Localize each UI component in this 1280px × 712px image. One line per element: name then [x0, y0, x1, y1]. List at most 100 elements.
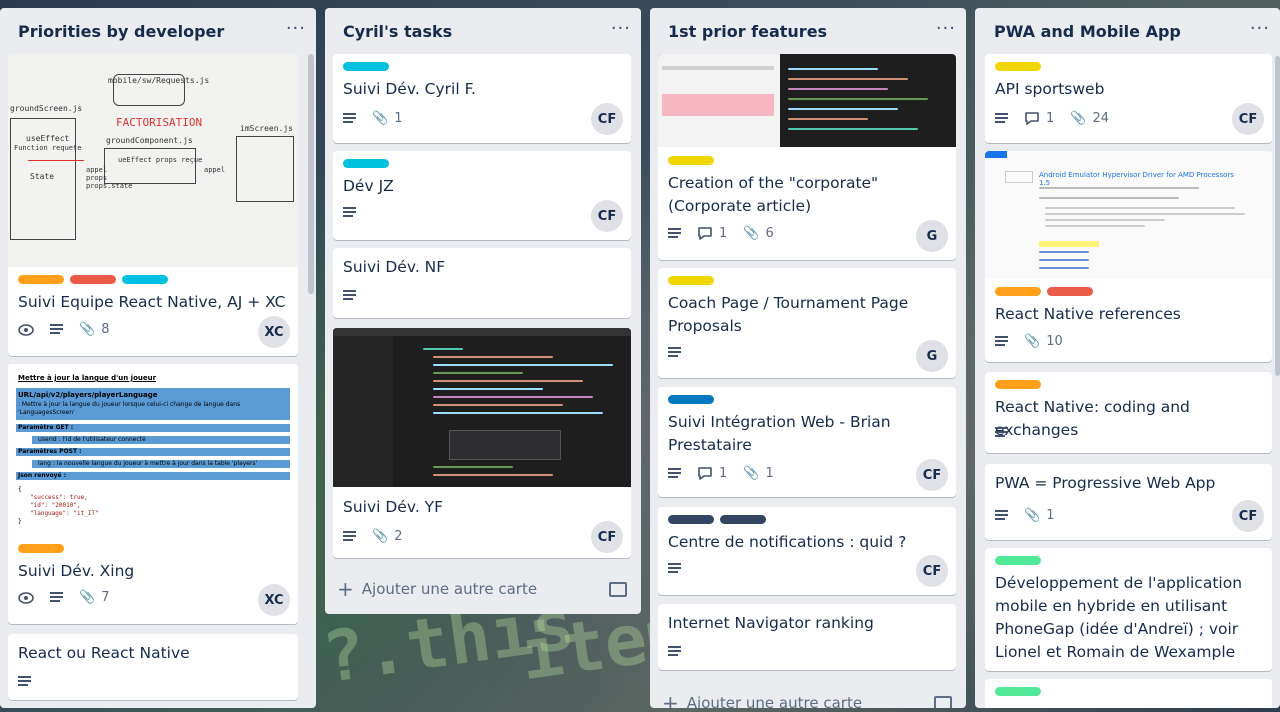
list-cyrils-tasks: Cyril's tasks ··· Suivi Dév. Cyril F. 📎 1… — [325, 8, 641, 614]
card[interactable]: React ou React Native — [8, 634, 298, 700]
label-orange[interactable] — [18, 275, 64, 284]
card[interactable]: Internet Navigator ranking — [658, 604, 956, 670]
member-avatar[interactable]: CF — [1232, 103, 1264, 135]
list-scrollbar[interactable] — [1275, 56, 1280, 376]
whiteboard-image: FACTORISATION mobile/sw/Requests.js grou… — [8, 54, 298, 267]
list-menu-button[interactable]: ··· — [286, 18, 306, 39]
card[interactable]: Développement de l'application mobile en… — [985, 548, 1272, 671]
description-icon — [343, 207, 356, 218]
member-avatar[interactable]: CF — [1232, 500, 1264, 532]
member-avatar[interactable]: CF — [591, 200, 623, 232]
card-template-icon[interactable] — [609, 581, 627, 597]
card[interactable]: Coach Page / Tournament Page Proposals G — [658, 268, 956, 378]
comment-icon — [698, 466, 712, 480]
list-title[interactable]: 1st prior features — [668, 22, 827, 41]
card[interactable]: Centre de notifications : quid ? CF — [658, 507, 956, 595]
label-lime[interactable] — [995, 556, 1041, 565]
card[interactable] — [985, 679, 1272, 708]
label-orange[interactable] — [18, 544, 64, 553]
label-red[interactable] — [1047, 287, 1093, 296]
label-lime[interactable] — [995, 687, 1041, 696]
label-sky[interactable] — [343, 62, 389, 71]
member-avatar[interactable]: CF — [916, 459, 948, 491]
description-icon — [668, 468, 681, 479]
member-avatar[interactable]: G — [916, 340, 948, 372]
card-title: React Native: coding and exchanges — [995, 398, 1190, 439]
paperclip-icon: 📎 — [1024, 334, 1041, 349]
whiteboard-text: groundComponent.js — [106, 136, 193, 145]
card[interactable]: Mettre à jour la langue d'un joueur URL/… — [8, 364, 298, 624]
label-yellow[interactable] — [995, 62, 1041, 71]
add-card-button[interactable]: + Ajouter une autre carte — [337, 574, 629, 604]
label-black[interactable] — [720, 515, 766, 524]
list-menu-button[interactable]: ··· — [936, 18, 956, 39]
list-title[interactable]: Priorities by developer — [18, 22, 224, 41]
plus-icon: + — [337, 577, 354, 601]
card[interactable]: Creation of the "corporate" (Corporate a… — [658, 54, 956, 260]
description-icon — [343, 113, 356, 124]
card-labels[interactable] — [18, 544, 288, 553]
list-title[interactable]: PWA and Mobile App — [994, 22, 1181, 41]
doc-code: } — [18, 518, 22, 525]
card[interactable]: Dév JZ CF — [333, 151, 631, 240]
description-icon — [995, 113, 1008, 124]
list-header[interactable]: 1st prior features ··· — [650, 8, 966, 54]
member-avatar[interactable]: CF — [916, 555, 948, 587]
label-orange[interactable] — [995, 287, 1041, 296]
member-avatar[interactable]: G — [916, 220, 948, 252]
whiteboard-text: appel — [86, 166, 108, 174]
webpage-title: Android Emulator Hypervisor Driver for A… — [1039, 171, 1234, 187]
card[interactable]: Suivi Intégration Web - Brian Prestatair… — [658, 387, 956, 497]
member-avatar[interactable]: CF — [591, 103, 623, 135]
description-icon — [50, 324, 63, 335]
label-blue[interactable] — [668, 395, 714, 404]
list-header[interactable]: Cyril's tasks ··· — [325, 8, 641, 54]
list-title[interactable]: Cyril's tasks — [343, 22, 452, 41]
whiteboard-text: imScreen.js — [240, 124, 293, 133]
card-template-icon[interactable] — [934, 695, 952, 708]
label-sky[interactable] — [343, 159, 389, 168]
add-card-label: Ajouter une autre carte — [361, 580, 538, 598]
doc-code: "id": "20010", — [30, 502, 81, 509]
card[interactable]: PWA = Progressive Web App 📎 1 CF — [985, 464, 1272, 540]
add-card-label: Ajouter une autre carte — [686, 694, 863, 708]
label-orange[interactable] — [995, 380, 1041, 389]
paperclip-icon: 📎 — [1070, 111, 1087, 126]
card-labels[interactable] — [18, 275, 288, 284]
label-yellow[interactable] — [668, 156, 714, 165]
comment-badge: 1 — [697, 226, 727, 241]
label-sky[interactable] — [122, 275, 168, 284]
member-avatar[interactable]: XC — [258, 316, 290, 348]
card[interactable]: API sportsweb 1 📎 24 CF — [985, 54, 1272, 143]
label-black[interactable] — [668, 515, 714, 524]
doc-code: { — [18, 486, 22, 493]
add-card-button[interactable]: + Ajouter une autre carte — [662, 688, 954, 708]
description-icon — [343, 531, 356, 542]
list-menu-button[interactable]: ··· — [611, 18, 631, 39]
label-red[interactable] — [70, 275, 116, 284]
card[interactable]: React Native: coding and exchanges — [985, 372, 1272, 453]
card[interactable]: Suivi Dév. YF 📎 2 CF — [333, 328, 631, 558]
card-title: Suivi Intégration Web - Brian Prestatair… — [668, 413, 891, 454]
card-title: Internet Navigator ranking — [668, 614, 874, 632]
document-image: Mettre à jour la langue d'un joueur URL/… — [8, 364, 298, 536]
card-title: Coach Page / Tournament Page Proposals — [668, 294, 909, 335]
description-icon — [995, 427, 1008, 438]
card[interactable]: Suivi Dév. Cyril F. 📎 1 CF — [333, 54, 631, 143]
member-avatar[interactable]: CF — [591, 521, 623, 553]
list-menu-button[interactable]: ··· — [1250, 18, 1270, 39]
card[interactable]: Suivi Dév. NF — [333, 248, 631, 318]
doc-text: Json renvoyé : — [18, 472, 67, 479]
list-header[interactable]: Priorities by developer ··· — [0, 8, 316, 54]
card[interactable]: Android Emulator Hypervisor Driver for A… — [985, 151, 1272, 362]
label-yellow[interactable] — [668, 276, 714, 285]
whiteboard-text: useEffect — [26, 134, 70, 143]
description-icon — [50, 592, 63, 603]
description-icon — [995, 510, 1008, 521]
member-avatar[interactable]: XC — [258, 584, 290, 616]
list-header[interactable]: PWA and Mobile App ··· — [975, 8, 1280, 54]
card-title: Dév JZ — [343, 177, 394, 195]
list-scrollbar[interactable] — [308, 54, 314, 294]
card[interactable]: FACTORISATION mobile/sw/Requests.js grou… — [8, 54, 298, 356]
comment-badge: 1 — [697, 466, 727, 481]
